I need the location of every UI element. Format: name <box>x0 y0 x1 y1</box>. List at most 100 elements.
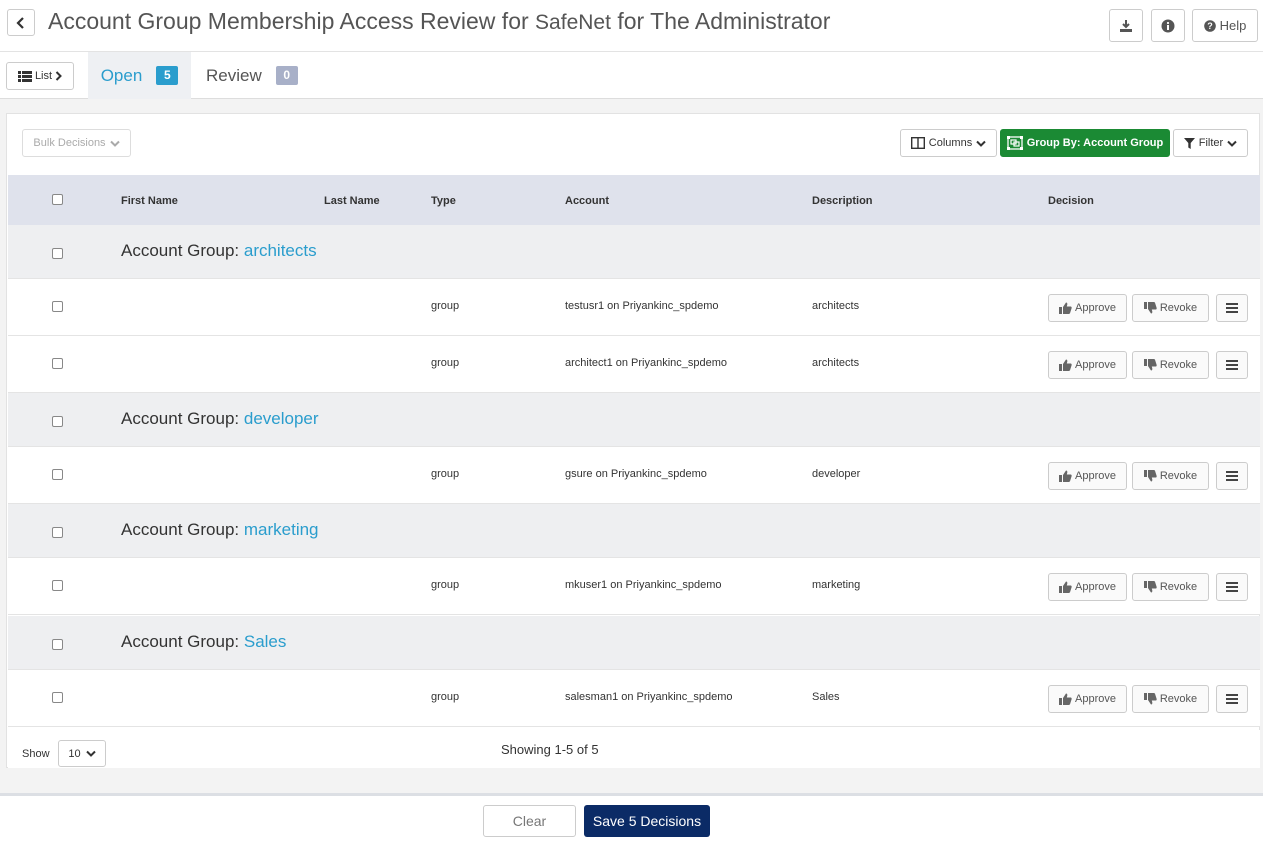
select-all-checkbox[interactable] <box>52 194 63 205</box>
row-checkbox[interactable] <box>52 469 63 480</box>
save-decisions-button[interactable]: Save 5 Decisions <box>584 805 710 837</box>
revoke-button[interactable]: Revoke <box>1132 573 1209 601</box>
cell-description: Sales <box>812 691 840 703</box>
hamburger-icon <box>1226 471 1238 481</box>
revoke-label: Revoke <box>1159 470 1198 482</box>
cell-description: marketing <box>812 579 861 591</box>
header-type[interactable]: Type <box>431 195 456 207</box>
back-button[interactable] <box>7 9 35 36</box>
revoke-button[interactable]: Revoke <box>1132 351 1209 379</box>
download-button[interactable] <box>1109 9 1143 42</box>
action-bar: Clear Save 5 Decisions <box>0 793 1263 844</box>
header-account[interactable]: Account <box>565 195 609 207</box>
help-label: Help <box>1219 18 1247 33</box>
group-name[interactable]: marketing <box>244 520 319 539</box>
columns-icon <box>910 137 925 149</box>
approve-button[interactable]: Approve <box>1048 351 1127 379</box>
group-by-button[interactable]: Group By: Account Group <box>1000 129 1170 157</box>
filter-label: Filter <box>1198 137 1224 149</box>
row-menu-button[interactable] <box>1216 462 1248 490</box>
row-menu-button[interactable] <box>1216 294 1248 322</box>
cell-description: architects <box>812 300 860 312</box>
chevron-down-icon <box>1227 140 1237 147</box>
thumbs-down-icon <box>1143 470 1157 482</box>
thumbs-up-icon <box>1059 581 1072 593</box>
group-label: Account Group: marketing <box>121 520 319 540</box>
columns-button[interactable]: Columns <box>900 129 997 157</box>
hamburger-icon <box>1226 303 1238 313</box>
group-name[interactable]: developer <box>244 409 319 428</box>
cell-account: architect1 on Priyankinc_spdemo <box>565 357 728 369</box>
group-checkbox[interactable] <box>52 248 63 259</box>
group-prefix: Account Group: <box>121 241 240 260</box>
header-last-name[interactable]: Last Name <box>324 195 380 207</box>
row-checkbox[interactable] <box>52 692 63 703</box>
thumbs-down-icon <box>1143 302 1157 314</box>
approve-label: Approve <box>1075 302 1116 314</box>
group-name[interactable]: architects <box>244 241 317 260</box>
page-size-select[interactable]: 10 <box>58 740 106 767</box>
chevron-down-icon <box>85 750 96 757</box>
revoke-button[interactable]: Revoke <box>1132 685 1209 713</box>
table-row: group testusr1 on Priyankinc_spdemo arch… <box>8 279 1260 336</box>
cell-type: group <box>431 357 460 369</box>
group-name[interactable]: Sales <box>244 632 287 651</box>
info-button[interactable] <box>1151 9 1185 42</box>
cell-description: architects <box>812 357 860 369</box>
bulk-decisions-label: Bulk Decisions <box>33 137 106 149</box>
thumbs-down-icon <box>1143 581 1157 593</box>
thumbs-up-icon <box>1059 470 1072 482</box>
cell-type: group <box>431 300 460 312</box>
app-name: SafeNet <box>535 11 611 34</box>
help-button[interactable]: ? Help <box>1192 9 1258 42</box>
page-header: Account Group Membership Access Review f… <box>0 0 1263 52</box>
revoke-button[interactable]: Revoke <box>1132 462 1209 490</box>
filter-button[interactable]: Filter <box>1173 129 1248 157</box>
header-description[interactable]: Description <box>812 195 873 207</box>
row-checkbox[interactable] <box>52 580 63 591</box>
review-count-badge: 0 <box>275 66 298 85</box>
thumbs-up-icon <box>1059 693 1072 705</box>
approve-button[interactable]: Approve <box>1048 685 1127 713</box>
row-menu-button[interactable] <box>1216 573 1248 601</box>
thumbs-up-icon <box>1059 302 1072 314</box>
group-row: Account Group: architects <box>8 225 1260 279</box>
group-label: Account Group: architects <box>121 241 317 261</box>
row-menu-button[interactable] <box>1216 351 1248 379</box>
clear-button[interactable]: Clear <box>483 805 576 837</box>
open-count-badge: 5 <box>156 66 179 85</box>
revoke-label: Revoke <box>1159 359 1198 371</box>
chevron-down-icon <box>109 140 120 147</box>
tab-review[interactable]: Review 0 <box>206 52 298 99</box>
list-button[interactable]: List <box>6 62 74 90</box>
header-decision: Decision <box>1048 195 1094 207</box>
approve-label: Approve <box>1075 693 1116 705</box>
group-prefix: Account Group: <box>121 520 240 539</box>
header-first-name[interactable]: First Name <box>121 195 178 207</box>
title-prefix: Account Group Membership Access Review f… <box>48 8 529 34</box>
approve-label: Approve <box>1075 359 1116 371</box>
thumbs-down-icon <box>1143 693 1157 705</box>
revoke-button[interactable]: Revoke <box>1132 294 1209 322</box>
bulk-decisions-button[interactable]: Bulk Decisions <box>22 129 131 157</box>
cell-account: testusr1 on Priyankinc_spdemo <box>565 300 719 312</box>
table-row: group salesman1 on Priyankinc_spdemo Sal… <box>8 670 1260 727</box>
cell-account: mkuser1 on Priyankinc_spdemo <box>565 579 722 591</box>
approve-button[interactable]: Approve <box>1048 294 1127 322</box>
row-checkbox[interactable] <box>52 301 63 312</box>
group-label: Account Group: developer <box>121 409 319 429</box>
approve-label: Approve <box>1075 581 1116 593</box>
group-checkbox[interactable] <box>52 639 63 650</box>
row-checkbox[interactable] <box>52 358 63 369</box>
approve-button[interactable]: Approve <box>1048 573 1127 601</box>
group-checkbox[interactable] <box>52 527 63 538</box>
tab-review-label: Review <box>206 65 262 85</box>
approve-button[interactable]: Approve <box>1048 462 1127 490</box>
cell-description: developer <box>812 468 861 480</box>
revoke-label: Revoke <box>1159 693 1198 705</box>
hamburger-icon <box>1226 694 1238 704</box>
group-checkbox[interactable] <box>52 416 63 427</box>
row-menu-button[interactable] <box>1216 685 1248 713</box>
tab-open[interactable]: Open 5 <box>88 52 191 99</box>
table-row: group mkuser1 on Priyankinc_spdemo marke… <box>8 558 1260 615</box>
